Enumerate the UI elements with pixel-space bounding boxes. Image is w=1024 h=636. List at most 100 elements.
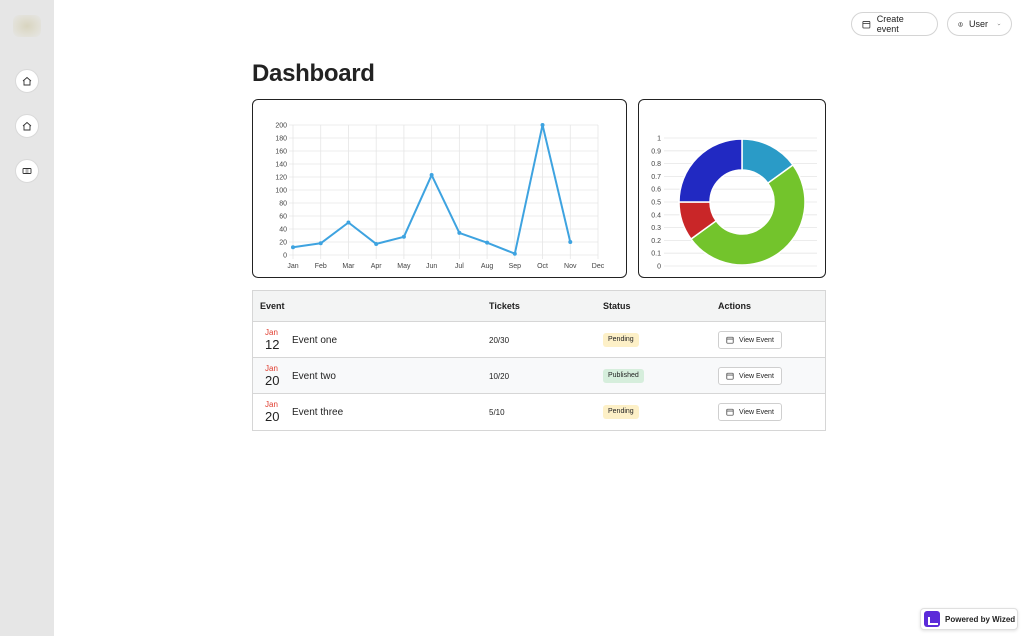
powered-by-badge[interactable]: Powered by Wized bbox=[920, 608, 1018, 630]
sidebar-item-home[interactable] bbox=[15, 69, 39, 93]
y-tick-label: 100 bbox=[275, 188, 287, 195]
home-icon bbox=[22, 76, 32, 86]
y-tick-label: 0 bbox=[657, 264, 661, 271]
y-tick-label: 0.2 bbox=[651, 238, 661, 245]
data-point bbox=[485, 240, 490, 245]
data-point bbox=[401, 234, 406, 239]
view-event-label: View Event bbox=[739, 408, 774, 416]
x-tick-label: Aug bbox=[481, 263, 494, 270]
data-point bbox=[318, 241, 323, 246]
home-icon bbox=[22, 121, 32, 131]
event-month: Jan bbox=[265, 400, 278, 409]
y-tick-label: 0.8 bbox=[651, 161, 661, 168]
y-tick-label: 0.5 bbox=[651, 200, 661, 207]
event-name: Event three bbox=[292, 407, 344, 418]
view-event-button[interactable]: View Event bbox=[718, 367, 782, 385]
powered-by-label: Powered by Wized bbox=[945, 614, 1016, 624]
event-day: 20 bbox=[265, 409, 280, 424]
header-status: Status bbox=[603, 301, 631, 311]
y-tick-label: 60 bbox=[279, 214, 287, 221]
doughnut-chart: 0 0.1 0.2 0.3 0.4 0.5 0.6 0.7 0.8 0.9 1 bbox=[651, 136, 817, 271]
wized-logo-icon bbox=[924, 611, 940, 627]
x-tick-label: Nov bbox=[564, 263, 577, 270]
event-name: Event two bbox=[292, 371, 336, 382]
x-tick-label: May bbox=[397, 263, 411, 270]
y-tick-label: 0.9 bbox=[651, 148, 661, 155]
event-day: 12 bbox=[265, 337, 280, 352]
sidebar-item-tickets[interactable] bbox=[15, 159, 39, 183]
view-event-label: View Event bbox=[739, 336, 774, 344]
status-badge: Pending bbox=[603, 405, 639, 419]
x-tick-label: Sep bbox=[509, 263, 522, 270]
sidebar-item-home-2[interactable] bbox=[15, 114, 39, 138]
x-tick-label: Dec bbox=[592, 263, 605, 270]
view-event-button[interactable]: View Event bbox=[718, 331, 782, 349]
y-tick-label: 160 bbox=[275, 149, 287, 156]
event-tickets: 20/30 bbox=[489, 336, 510, 345]
event-month: Jan bbox=[265, 364, 278, 373]
status-badge: Pending bbox=[603, 333, 639, 347]
data-point bbox=[291, 245, 295, 250]
page-title: Dashboard bbox=[252, 60, 375, 87]
y-tick-label: 0.3 bbox=[651, 225, 661, 232]
view-event-label: View Event bbox=[739, 372, 774, 380]
app-logo[interactable] bbox=[13, 15, 41, 37]
y-tick-label: 200 bbox=[275, 123, 287, 130]
x-tick-label: Jun bbox=[426, 263, 437, 270]
y-tick-label: 0.4 bbox=[651, 212, 661, 219]
chevron-down-icon bbox=[997, 23, 1001, 25]
y-tick-label: 140 bbox=[275, 162, 287, 169]
x-tick-label: Oct bbox=[537, 263, 548, 270]
doughnut-slice bbox=[678, 138, 743, 203]
event-tickets: 5/10 bbox=[489, 408, 505, 417]
view-event-button[interactable]: View Event bbox=[718, 403, 782, 421]
table-row: Jan 20 Event two 10/20 Published View Ev… bbox=[253, 358, 825, 394]
event-name: Event one bbox=[292, 335, 338, 346]
data-point bbox=[346, 220, 351, 225]
create-event-label: Create event bbox=[876, 14, 904, 34]
header-event: Event bbox=[260, 301, 285, 311]
event-tickets: 10/20 bbox=[489, 372, 510, 381]
y-tick-label: 180 bbox=[275, 136, 287, 143]
y-tick-label: 0.6 bbox=[651, 187, 661, 194]
data-point bbox=[568, 240, 573, 244]
y-tick-label: 0 bbox=[283, 253, 287, 260]
calendar-icon bbox=[726, 408, 734, 416]
data-point bbox=[457, 230, 462, 235]
status-badge: Published bbox=[603, 369, 644, 383]
y-tick-label: 1 bbox=[657, 136, 661, 143]
x-tick-label: Jul bbox=[455, 263, 464, 270]
y-tick-label: 0.7 bbox=[651, 174, 661, 181]
header-actions: Actions bbox=[718, 301, 752, 311]
data-point bbox=[512, 251, 517, 256]
user-label: User bbox=[969, 19, 989, 29]
event-day: 20 bbox=[265, 373, 280, 388]
table-row: Jan 12 Event one 20/30 Pending View Even… bbox=[253, 322, 825, 358]
sidebar bbox=[0, 0, 54, 636]
x-tick-label: Mar bbox=[342, 263, 355, 270]
y-tick-label: 20 bbox=[279, 240, 287, 247]
table-row: Jan 20 Event three 5/10 Pending View Eve… bbox=[253, 394, 825, 430]
create-event-button[interactable]: Create event bbox=[851, 12, 938, 36]
data-point bbox=[540, 123, 545, 127]
user-icon bbox=[958, 21, 963, 27]
doughnut-chart-card: 0 0.1 0.2 0.3 0.4 0.5 0.6 0.7 0.8 0.9 1 bbox=[638, 99, 826, 278]
data-point bbox=[429, 173, 434, 178]
user-menu-button[interactable]: User bbox=[947, 12, 1012, 36]
y-tick-label: 40 bbox=[279, 227, 287, 234]
y-tick-label: 80 bbox=[279, 201, 287, 208]
calendar-icon bbox=[726, 336, 734, 344]
event-month: Jan bbox=[265, 328, 278, 337]
data-point bbox=[374, 241, 379, 246]
y-tick-label: 120 bbox=[275, 175, 287, 182]
x-tick-label: Apr bbox=[371, 263, 383, 270]
line-chart: 0 20 40 60 80 100 120 140 160 180 200 Jan Feb Mar Apr M… bbox=[275, 123, 605, 271]
y-tick-label: 0.1 bbox=[651, 251, 661, 258]
events-table: Event Tickets Status Actions Jan 12 Even… bbox=[252, 290, 826, 431]
calendar-icon bbox=[862, 20, 871, 28]
header-tickets: Tickets bbox=[489, 301, 520, 311]
ticket-icon bbox=[22, 168, 32, 174]
x-tick-label: Feb bbox=[315, 263, 327, 270]
table-header: Event Tickets Status Actions bbox=[253, 291, 825, 322]
calendar-icon bbox=[726, 372, 734, 380]
